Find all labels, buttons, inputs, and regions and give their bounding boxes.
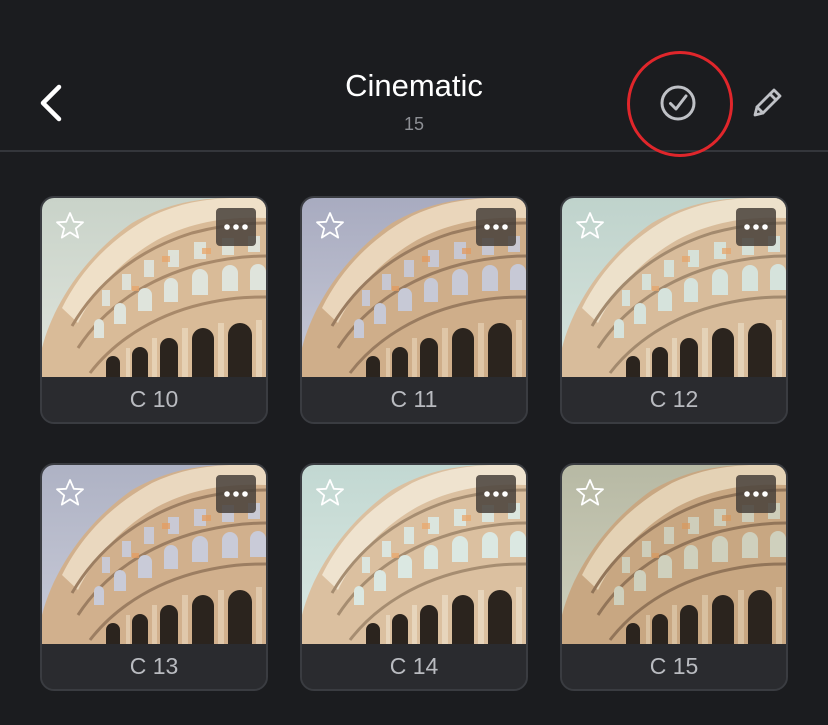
preset-label: C 13 (42, 644, 266, 689)
favorite-button[interactable] (572, 208, 608, 244)
more-dots-icon (224, 224, 248, 230)
preset-label: C 15 (562, 644, 786, 689)
edit-button[interactable] (744, 80, 790, 126)
more-dots-icon (484, 224, 508, 230)
preset-card[interactable]: C 15 (560, 463, 788, 691)
favorite-button[interactable] (52, 475, 88, 511)
preset-card[interactable]: C 12 (560, 196, 788, 424)
more-dots-icon (744, 491, 768, 497)
preset-count: 15 (403, 114, 425, 134)
favorite-button[interactable] (312, 208, 348, 244)
preset-label: C 10 (42, 377, 266, 422)
preset-label: C 11 (302, 377, 526, 422)
more-dots-icon (224, 491, 248, 497)
preset-card[interactable]: C 14 (300, 463, 528, 691)
star-outline-icon (576, 212, 604, 239)
more-dots-icon (484, 491, 508, 497)
star-outline-icon (56, 479, 84, 506)
check-circle-icon (660, 85, 696, 121)
more-options-button[interactable] (476, 208, 516, 246)
star-outline-icon (576, 479, 604, 506)
more-options-button[interactable] (476, 475, 516, 513)
favorite-button[interactable] (572, 475, 608, 511)
favorite-button[interactable] (52, 208, 88, 244)
preset-label: C 12 (562, 377, 786, 422)
star-outline-icon (56, 212, 84, 239)
preset-card[interactable]: C 10 (40, 196, 268, 424)
top-bar: Cinematic 15 (0, 0, 828, 157)
more-options-button[interactable] (216, 475, 256, 513)
favorite-button[interactable] (312, 475, 348, 511)
page-title: Cinematic (345, 68, 483, 103)
star-outline-icon (316, 212, 344, 239)
select-button[interactable] (655, 80, 701, 126)
preset-card[interactable]: C 11 (300, 196, 528, 424)
more-options-button[interactable] (736, 208, 776, 246)
more-options-button[interactable] (736, 475, 776, 513)
more-options-button[interactable] (216, 208, 256, 246)
preset-card[interactable]: C 13 (40, 463, 268, 691)
preset-label: C 14 (302, 644, 526, 689)
star-outline-icon (316, 479, 344, 506)
pencil-icon (753, 88, 782, 117)
more-dots-icon (744, 224, 768, 230)
